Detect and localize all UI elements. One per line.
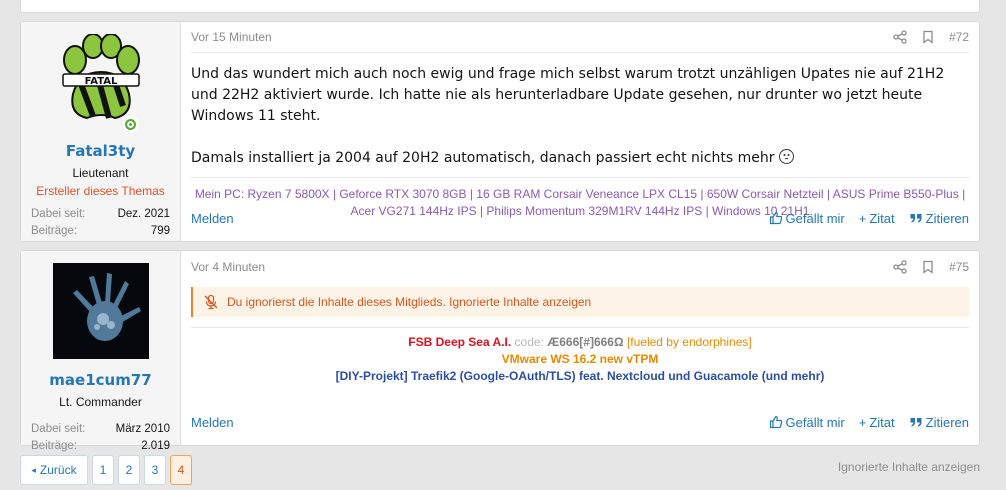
smiley-icon: [778, 149, 794, 164]
signature: FSB Deep Sea A.I. code: Æ666[#]666Ω [fue…: [191, 327, 969, 385]
joined-value: März 2010: [115, 423, 170, 435]
post-date[interactable]: Vor 15 Minuten: [191, 30, 272, 44]
cite-button[interactable]: + Zitat: [859, 415, 895, 430]
username[interactable]: Fatal3ty: [31, 142, 170, 160]
previous-page-label: Zurück: [39, 463, 77, 477]
signature-code: Æ666[#]666Ω: [547, 335, 624, 349]
quote-button[interactable]: Zitieren: [909, 211, 969, 226]
quote-icon: [910, 418, 922, 427]
pagination: ◂ Zurück 1 2 3 4: [20, 455, 192, 485]
thumbs-up-icon: [769, 415, 782, 429]
page-2-button[interactable]: 2: [118, 455, 140, 485]
user-extras: Dabei seit: Dez. 2021 Beiträge: 799: [31, 206, 170, 240]
signature-code-label: code:: [514, 335, 544, 349]
post-header: Vor 4 Minuten #75: [191, 251, 969, 282]
avatar[interactable]: [52, 263, 149, 359]
page-1-button[interactable]: 1: [92, 455, 114, 485]
cite-button[interactable]: + Zitat: [859, 211, 895, 226]
bookmark-icon[interactable]: [921, 30, 935, 44]
thread-starter-banner: Ersteller dieses Themas: [36, 184, 165, 198]
previous-post-edge: [20, 0, 980, 13]
previous-page-button[interactable]: ◂ Zurück: [20, 455, 88, 485]
page-4-button-current[interactable]: 4: [170, 455, 192, 485]
like-label: Gefällt mir: [785, 210, 845, 226]
share-icon[interactable]: [893, 30, 907, 44]
signature-tag: [fueled by endorphines]: [626, 335, 752, 349]
signature-link[interactable]: VMware WS 16.2 new vTPM: [191, 351, 969, 368]
user-title: Lt. Commander: [59, 395, 142, 409]
plus-icon: +: [858, 414, 867, 430]
share-icon[interactable]: [893, 259, 907, 274]
avatar[interactable]: FATAL: [53, 33, 149, 132]
post-body: Und das wundert mich auch noch ewig und …: [191, 53, 969, 169]
joined-value: Dez. 2021: [117, 208, 170, 220]
report-link[interactable]: Melden: [191, 211, 234, 226]
page-3-button[interactable]: 3: [144, 455, 166, 485]
posts-count-value: 799: [150, 225, 170, 237]
post-number[interactable]: #72: [949, 30, 969, 44]
cite-label: Zitat: [869, 414, 895, 430]
post-main: Vor 15 Minuten #72 Und das wundert mich …: [181, 22, 979, 241]
post-header: Vor 15 Minuten #72: [191, 22, 969, 53]
post-paragraph: Damals installiert ja 2004 auf 20H2 auto…: [191, 150, 775, 166]
svg-text:FATAL: FATAL: [84, 76, 117, 87]
report-link[interactable]: Melden: [191, 415, 234, 430]
quote-label: Zitieren: [925, 210, 969, 226]
posts-count-value: 2.019: [141, 440, 170, 452]
bookmark-icon[interactable]: [921, 260, 935, 274]
joined-label: Dabei seit:: [31, 208, 86, 220]
online-status-icon: [122, 116, 139, 132]
joined-label: Dabei seit:: [31, 423, 86, 435]
user-cell: mae1cum77 Lt. Commander Dabei seit: März…: [21, 251, 181, 452]
post-date[interactable]: Vor 4 Minuten: [191, 260, 265, 274]
ignore-text: Du ignorierst die Inhalte dieses Mitglie…: [227, 295, 446, 309]
chevron-left-icon: ◂: [31, 464, 36, 475]
like-button[interactable]: Gefällt mir: [769, 415, 845, 430]
cite-label: Zitat: [869, 210, 895, 226]
user-title: Lieutenant: [72, 166, 129, 180]
post-main: Vor 4 Minuten #75 Du ignorierst die Inha…: [181, 251, 979, 445]
posts-count-label: Beiträge:: [31, 225, 78, 237]
post-footer: Melden Gefällt mir + Zitat Zitieren: [191, 407, 969, 437]
post-72: FATAL Fatal3ty Lieutenant Ersteller dies…: [20, 21, 980, 242]
post-75: mae1cum77 Lt. Commander Dabei seit: März…: [20, 250, 980, 452]
user-cell: FATAL Fatal3ty Lieutenant Ersteller dies…: [21, 22, 181, 241]
like-button[interactable]: Gefällt mir: [769, 211, 845, 226]
posts-count-label: Beiträge:: [31, 440, 78, 452]
username[interactable]: mae1cum77: [31, 371, 170, 389]
show-ignored-content-link[interactable]: Ignorierte Inhalte anzeigen: [838, 460, 980, 474]
signature-link[interactable]: FSB Deep Sea A.I.: [408, 335, 511, 349]
quote-label: Zitieren: [925, 414, 969, 430]
show-ignored-link[interactable]: Ignorierte Inhalte anzeigen: [449, 295, 591, 309]
hand-avatar-image: [52, 263, 149, 359]
ignored-content-notice: Du ignorierst die Inhalte dieses Mitglie…: [191, 287, 969, 317]
paw-avatar-image: FATAL: [61, 33, 140, 120]
post-number[interactable]: #75: [949, 260, 969, 274]
plus-icon: +: [858, 210, 867, 226]
quote-button[interactable]: Zitieren: [909, 415, 969, 430]
post-paragraph: Und das wundert mich auch noch ewig und …: [191, 66, 945, 124]
like-label: Gefällt mir: [785, 414, 845, 430]
quote-icon: [910, 214, 922, 223]
post-footer: Melden Gefällt mir + Zitat Zitieren: [191, 203, 969, 233]
thumbs-up-icon: [769, 211, 782, 225]
user-extras: Dabei seit: März 2010 Beiträge: 2.019: [31, 421, 170, 455]
mute-microphone-icon: [204, 294, 218, 310]
signature-link[interactable]: [DIY-Projekt] Traefik2 (Google-OAuth/TLS…: [191, 368, 969, 385]
